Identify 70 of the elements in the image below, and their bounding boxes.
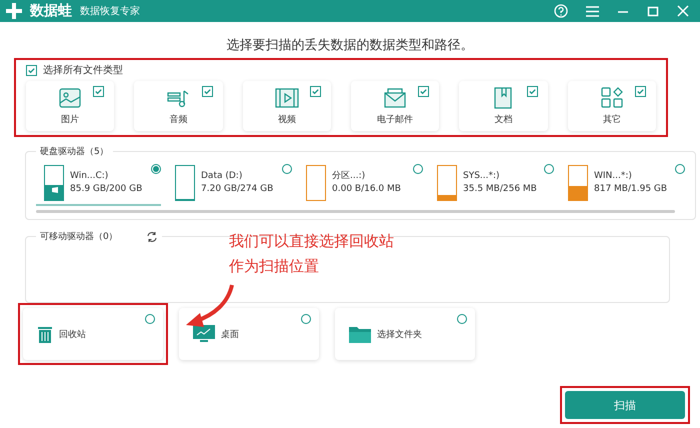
radio-button[interactable] [151,164,161,174]
file-type-checkbox[interactable] [310,86,321,97]
page-heading: 选择要扫描的丢失数据的数据类型和路径。 [226,37,474,54]
file-type-card[interactable]: 电子邮件 [350,81,440,131]
radio-button[interactable] [675,164,685,174]
location-label: 选择文件夹 [377,328,422,340]
refresh-icon[interactable] [146,230,158,242]
file-type-card[interactable]: 其它 [568,81,656,131]
file-type-label: 文档 [494,114,512,126]
drive-size: 7.20 GB/274 GB [201,183,274,196]
location-label: 桌面 [221,328,239,340]
file-type-checkbox[interactable] [526,86,538,97]
location-label: 回收站 [59,328,86,340]
select-all-checkbox[interactable] [26,64,37,76]
maximize-icon [647,6,659,16]
app-name: 数据蛙 [30,2,72,20]
location-card[interactable]: 回收站 [23,308,163,360]
drive-item[interactable]: 分区...:) 0.00 B/16.0 MB [298,162,423,206]
panel-title: 硬盘驱动器（5） [40,146,109,158]
drive-name: WIN...*:) [594,170,633,183]
menu-icon [586,6,599,16]
folder-icon [349,325,371,343]
file-type-checkbox[interactable] [634,86,646,97]
radio-button[interactable] [282,164,292,174]
drive-name: SYS...*:) [463,170,501,183]
file-type-label: 电子邮件 [377,114,414,126]
drive-item[interactable]: Data (D:) 7.20 GB/274 GB [167,162,292,206]
image-icon [57,86,84,110]
drive-item[interactable]: WIN...*:) 817 MB/1.95 GB [560,162,685,206]
help-icon [554,4,568,18]
scan-button[interactable]: 扫描 [565,391,685,419]
drive-size: 35.5 MB/256 MB [463,183,537,196]
file-type-label: 视频 [278,114,296,126]
trash-can-icon [37,325,53,343]
film-icon [274,86,300,110]
scrollbar[interactable] [36,210,675,213]
drive-item[interactable]: Win...C:) 85.9 GB/200 GB [36,162,161,206]
drive-name: 分区...:) [332,170,366,183]
radio-button[interactable] [457,314,467,324]
select-all-label: 选择所有文件类型 [43,64,123,77]
file-type-card[interactable]: 文档 [459,81,548,131]
monitor-icon [193,325,215,343]
drive-name: Win...C:) [70,170,110,183]
drive-size: 0.00 B/16.0 MB [332,183,401,196]
location-card[interactable]: 选择文件夹 [335,308,475,360]
radio-button[interactable] [413,164,423,174]
file-type-checkbox[interactable] [202,86,213,97]
file-type-label: 图片 [61,114,80,126]
close-icon [677,5,689,17]
location-card[interactable]: 桌面 [179,308,319,360]
file-type-checkbox[interactable] [93,86,104,97]
envelope-icon [382,86,408,110]
file-type-card[interactable]: 图片 [26,81,114,131]
radio-button[interactable] [145,314,155,324]
radio-button[interactable] [301,314,311,324]
file-type-card[interactable]: 音频 [134,81,223,131]
file-type-card[interactable]: 视频 [242,81,331,131]
file-type-checkbox[interactable] [418,86,430,97]
drive-name: Data (D:) [201,170,244,183]
drive-size: 85.9 GB/200 GB [70,183,142,196]
file-type-label: 音频 [169,114,188,126]
annotation-text: 我们可以直接选择回收站 作为扫描位置 [229,231,394,277]
grid-icon [598,86,625,110]
app-subtitle: 数据恢复专家 [80,4,140,18]
drive-item[interactable]: SYS...*:) 35.5 MB/256 MB [429,162,554,206]
drive-size: 817 MB/1.95 GB [594,183,668,196]
plus-logo-icon [6,3,22,19]
radio-button[interactable] [544,164,554,174]
file-type-label: 其它 [602,114,621,126]
panel-title: 可移动驱动器（0） [40,230,118,243]
